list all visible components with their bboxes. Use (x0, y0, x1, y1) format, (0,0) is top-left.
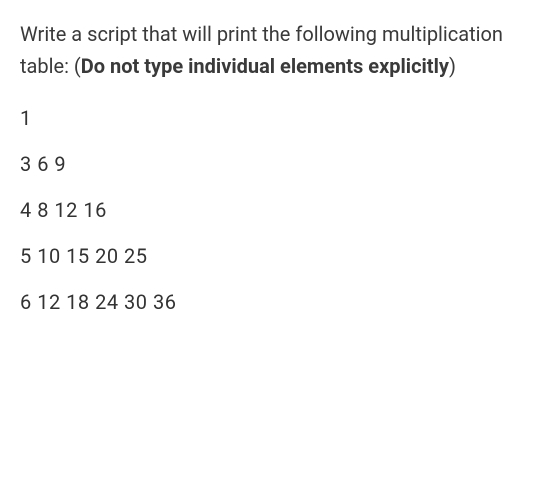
table-row: 4 8 12 16 (20, 198, 520, 222)
instruction-part2: ) (449, 54, 456, 78)
table-row: 1 (20, 106, 520, 130)
table-row: 6 12 18 24 30 36 (20, 290, 520, 314)
table-row: 3 6 9 (20, 152, 520, 176)
multiplication-table: 1 3 6 9 4 8 12 16 5 10 15 20 25 6 12 18 … (20, 106, 520, 336)
instruction-bold: Do not type individual elements explicit… (81, 54, 449, 78)
instruction-text: Write a script that will print the follo… (20, 18, 520, 82)
table-row: 5 10 15 20 25 (20, 244, 520, 268)
